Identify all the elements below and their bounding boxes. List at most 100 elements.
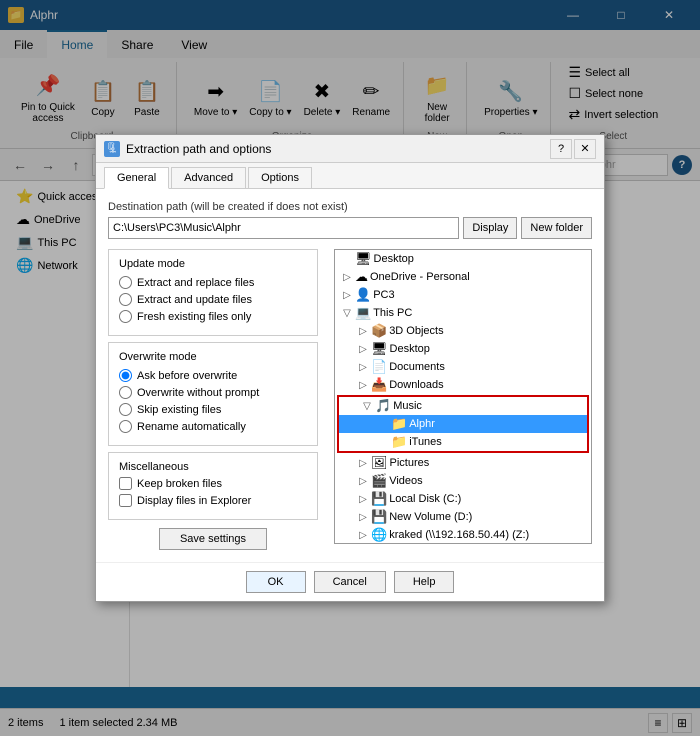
downloads-icon: 📥: [371, 377, 387, 393]
dialog-close-btn[interactable]: ✕: [574, 139, 596, 159]
new-folder-button-dialog[interactable]: New folder: [521, 217, 592, 239]
dialog-footer: OK Cancel Help: [96, 562, 604, 601]
extract-update-radio[interactable]: [119, 293, 132, 306]
tree-item-label: Local Disk (C:): [389, 493, 461, 505]
new-volume-icon: 💾: [371, 509, 387, 525]
misc-box: Miscellaneous Keep broken files Display …: [108, 452, 318, 520]
expand-icon: ▷: [355, 362, 371, 373]
dialog-body: Destination path (will be created if doe…: [96, 189, 604, 562]
extract-replace-option[interactable]: Extract and replace files: [119, 276, 307, 289]
help-button-footer[interactable]: Help: [394, 571, 455, 593]
tree-item-downloads[interactable]: ▷ 📥 Downloads: [335, 376, 591, 394]
dest-path-input[interactable]: [108, 217, 459, 239]
expand-icon: ▷: [355, 326, 371, 337]
dialog-title-controls: ? ✕: [550, 139, 596, 159]
pc3-icon: 👤: [355, 287, 371, 303]
dest-path-row: Display New folder: [108, 217, 592, 239]
tree-item-videos[interactable]: ▷ 🎬 Videos: [335, 472, 591, 490]
dialog-icon: 🗜: [104, 141, 120, 157]
skip-existing-radio[interactable]: [119, 403, 132, 416]
dialog-title-text: Extraction path and options: [126, 142, 271, 156]
music-icon: 🎵: [375, 398, 391, 414]
ask-before-radio[interactable]: [119, 369, 132, 382]
tree-item-new-volume[interactable]: ▷ 💾 New Volume (D:): [335, 508, 591, 526]
tree-item-itunes[interactable]: 📁 iTunes: [339, 433, 587, 451]
save-settings-button[interactable]: Save settings: [159, 528, 267, 550]
update-mode-title: Update mode: [119, 258, 307, 270]
keep-broken-check[interactable]: [119, 477, 132, 490]
expand-icon: ▷: [355, 476, 371, 487]
dialog-main-row: Update mode Extract and replace files Ex…: [108, 249, 592, 550]
local-disk-icon: 💾: [371, 491, 387, 507]
tree-item-label: OneDrive - Personal: [370, 271, 470, 283]
dest-label: Destination path (will be created if doe…: [108, 201, 592, 213]
tree-item-pictures[interactable]: ▷ 🖼 Pictures: [335, 454, 591, 472]
dialog-title-bar: 🗜 Extraction path and options ? ✕: [96, 135, 604, 163]
expand-icon: ▷: [339, 272, 355, 283]
extraction-dialog: 🗜 Extraction path and options ? ✕ Genera…: [95, 134, 605, 602]
alphr-folder-icon: 📁: [391, 416, 407, 432]
skip-existing-option[interactable]: Skip existing files: [119, 403, 307, 416]
expand-icon: ▷: [355, 344, 371, 355]
tree-item-local-disk[interactable]: ▷ 💾 Local Disk (C:): [335, 490, 591, 508]
expand-icon: ▷: [355, 380, 371, 391]
dialog-tab-options[interactable]: Options: [248, 167, 312, 188]
music-group-highlight: ▽ 🎵 Music 📁 Alphr: [337, 395, 589, 453]
tree-view[interactable]: 🖥 Desktop ▷ ☁ OneDrive - Personal ▷ 👤 PC…: [334, 249, 592, 544]
ask-before-option[interactable]: Ask before overwrite: [119, 369, 307, 382]
tree-item-label: Documents: [389, 361, 445, 373]
overwrite-no-prompt-option[interactable]: Overwrite without prompt: [119, 386, 307, 399]
expand-icon: ▷: [355, 530, 371, 541]
tree-item-desktop-top[interactable]: 🖥 Desktop: [335, 250, 591, 268]
misc-title: Miscellaneous: [119, 461, 307, 473]
expand-icon: ▽: [339, 308, 355, 319]
tree-item-label: Downloads: [389, 379, 443, 391]
dialog-tab-general[interactable]: General: [104, 167, 169, 189]
expand-icon: ▷: [355, 512, 371, 523]
ok-button[interactable]: OK: [246, 571, 306, 593]
tree-item-label: kraked (\\192.168.50.44) (Z:): [389, 529, 529, 541]
rename-auto-option[interactable]: Rename automatically: [119, 420, 307, 433]
3d-objects-icon: 📦: [371, 323, 387, 339]
tree-item-this-pc[interactable]: ▽ 💻 This PC: [335, 304, 591, 322]
dialog-overlay: 🗜 Extraction path and options ? ✕ Genera…: [0, 0, 700, 736]
options-column: Update mode Extract and replace files Ex…: [108, 249, 318, 550]
onedrive-tree-icon: ☁: [355, 269, 368, 285]
dialog-title: 🗜 Extraction path and options: [104, 141, 271, 157]
dialog-help-btn[interactable]: ?: [550, 139, 572, 159]
tree-item-label: Desktop: [390, 343, 430, 355]
save-btn-row: Save settings: [108, 528, 318, 550]
fresh-existing-radio[interactable]: [119, 310, 132, 323]
fresh-existing-option[interactable]: Fresh existing files only: [119, 310, 307, 323]
tree-item-label: Alphr: [409, 418, 435, 430]
tree-item-documents[interactable]: ▷ 📄 Documents: [335, 358, 591, 376]
cancel-button[interactable]: Cancel: [314, 571, 386, 593]
tree-item-onedrive[interactable]: ▷ ☁ OneDrive - Personal: [335, 268, 591, 286]
videos-icon: 🎬: [371, 473, 387, 489]
tree-item-pc3[interactable]: ▷ 👤 PC3: [335, 286, 591, 304]
expand-icon: ▷: [339, 290, 355, 301]
display-in-explorer-option[interactable]: Display files in Explorer: [119, 494, 307, 507]
rename-auto-radio[interactable]: [119, 420, 132, 433]
overwrite-no-prompt-radio[interactable]: [119, 386, 132, 399]
dialog-tab-advanced[interactable]: Advanced: [171, 167, 246, 188]
desktop-top-icon: 🖥: [355, 251, 372, 267]
expand-icon: ▷: [355, 494, 371, 505]
tree-item-label: This PC: [373, 307, 412, 319]
tree-item-alphr[interactable]: 📁 Alphr: [339, 415, 587, 433]
display-button[interactable]: Display: [463, 217, 517, 239]
tree-item-music[interactable]: ▽ 🎵 Music: [339, 397, 587, 415]
tree-item-kraked[interactable]: ▷ 🌐 kraked (\\192.168.50.44) (Z:): [335, 526, 591, 544]
tree-item-label: Music: [393, 400, 422, 412]
desktop-icon: 🖥: [371, 341, 388, 357]
destination-section: Destination path (will be created if doe…: [108, 201, 592, 239]
dialog-tabs: General Advanced Options: [96, 163, 604, 189]
tree-item-desktop[interactable]: ▷ 🖥 Desktop: [335, 340, 591, 358]
extract-update-option[interactable]: Extract and update files: [119, 293, 307, 306]
overwrite-mode-title: Overwrite mode: [119, 351, 307, 363]
extract-replace-radio[interactable]: [119, 276, 132, 289]
tree-item-3d-objects[interactable]: ▷ 📦 3D Objects: [335, 322, 591, 340]
display-in-explorer-check[interactable]: [119, 494, 132, 507]
this-pc-tree-icon: 💻: [355, 305, 371, 321]
keep-broken-option[interactable]: Keep broken files: [119, 477, 307, 490]
